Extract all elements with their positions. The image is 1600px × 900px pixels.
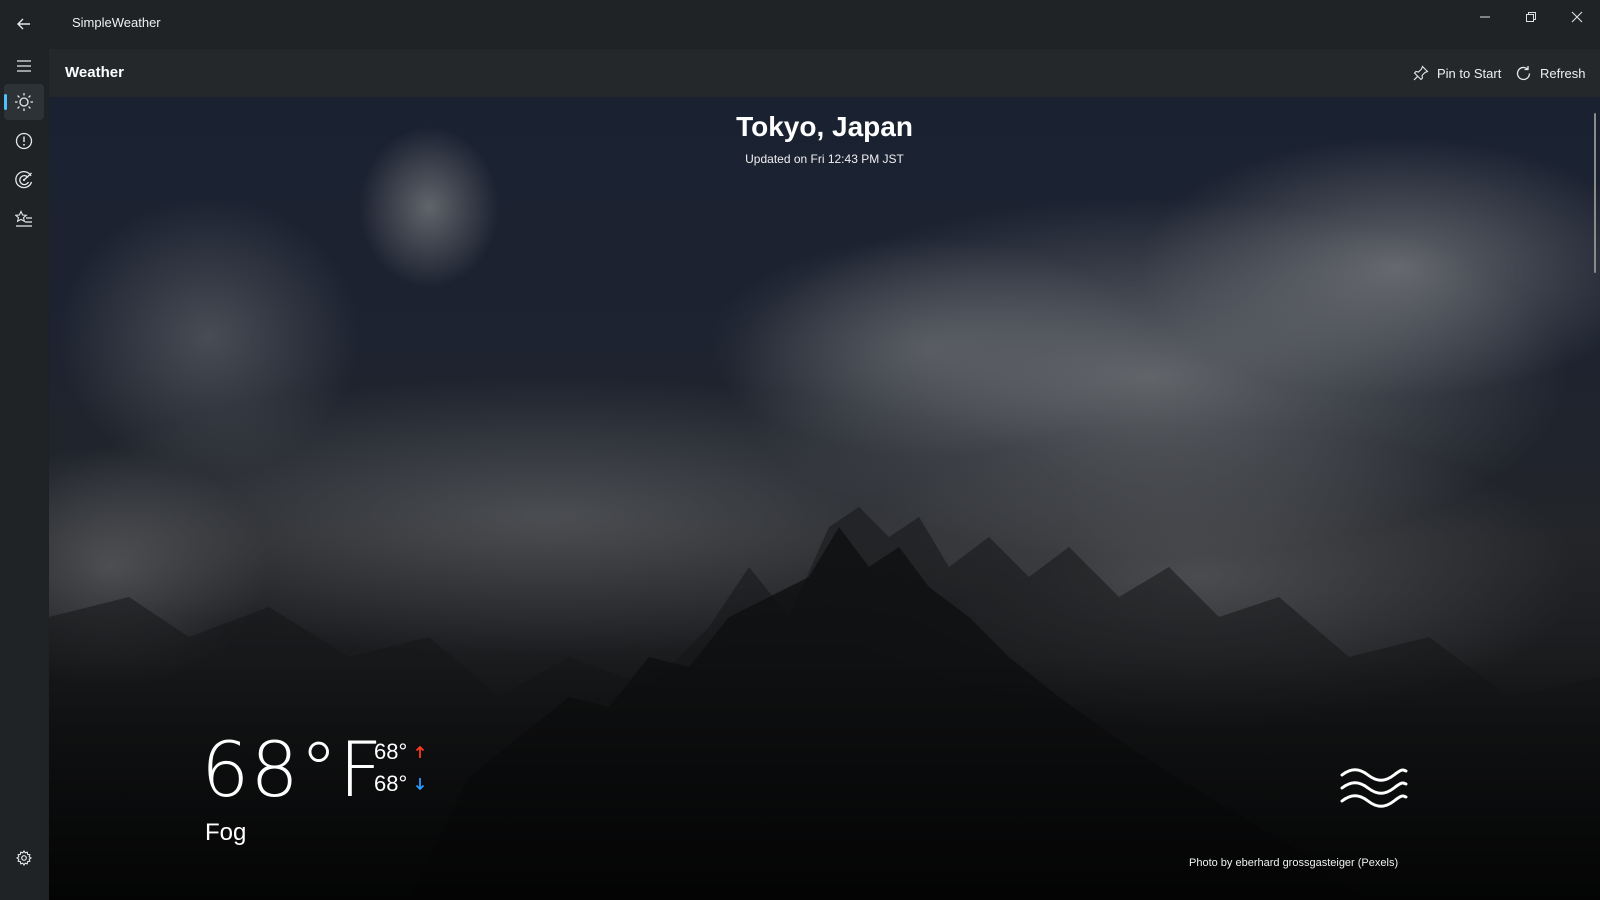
high-temperature: 68° [374,739,408,764]
radar-icon [15,171,33,189]
nav-item-favorites[interactable] [4,201,44,237]
nav-item-weather[interactable] [4,84,44,120]
restore-icon [1526,12,1536,22]
selection-indicator [4,94,7,110]
close-icon [1571,11,1583,23]
low-temperature: 68° [374,771,408,796]
location-name: Tokyo, Japan [736,111,913,142]
alert-icon [15,132,33,150]
high-temp-row: 68° [374,739,425,765]
minimize-button[interactable] [1462,0,1508,34]
refresh-label: Refresh [1540,65,1586,81]
arrow-up-icon [416,745,425,758]
fog-icon [1340,768,1408,808]
app-title: SimpleWeather [72,15,161,30]
current-temperature: 68°F [201,725,384,814]
title-bar: SimpleWeather [0,0,1600,48]
page-header: Weather Pin to Start Refresh [49,49,1600,97]
pin-to-start-button[interactable]: Pin to Start [1405,57,1509,89]
minimize-icon [1480,16,1490,18]
hamburger-menu-button[interactable] [4,48,44,84]
refresh-icon [1516,65,1531,80]
app-window: SimpleWeather Weather Pin to Start Refre… [0,0,1600,900]
star-list-icon [15,210,32,227]
hamburger-icon [17,60,31,72]
gear-icon [16,850,32,866]
sun-icon [15,93,33,111]
pin-icon [1413,65,1429,81]
back-button[interactable] [8,8,40,40]
arrow-down-icon [416,778,425,791]
nav-item-radar[interactable] [4,162,44,198]
page-title: Weather [65,64,124,81]
pin-to-start-label: Pin to Start [1437,65,1502,81]
restore-button[interactable] [1508,0,1554,34]
updated-time: Updated on Fri 12:43 PM JST [745,152,904,166]
nav-item-alerts[interactable] [4,123,44,159]
photo-credit: Photo by eberhard grossgasteiger (Pexels… [1189,857,1399,869]
low-temp-row: 68° [374,771,425,797]
weather-condition: Fog [205,819,247,846]
close-button[interactable] [1554,0,1600,34]
back-arrow-icon [17,18,30,30]
weather-content: Tokyo, Japan Updated on Fri 12:43 PM JST… [49,97,1600,900]
nav-item-settings[interactable] [4,840,44,876]
navigation-rail [0,48,48,900]
refresh-button[interactable]: Refresh [1507,57,1594,89]
